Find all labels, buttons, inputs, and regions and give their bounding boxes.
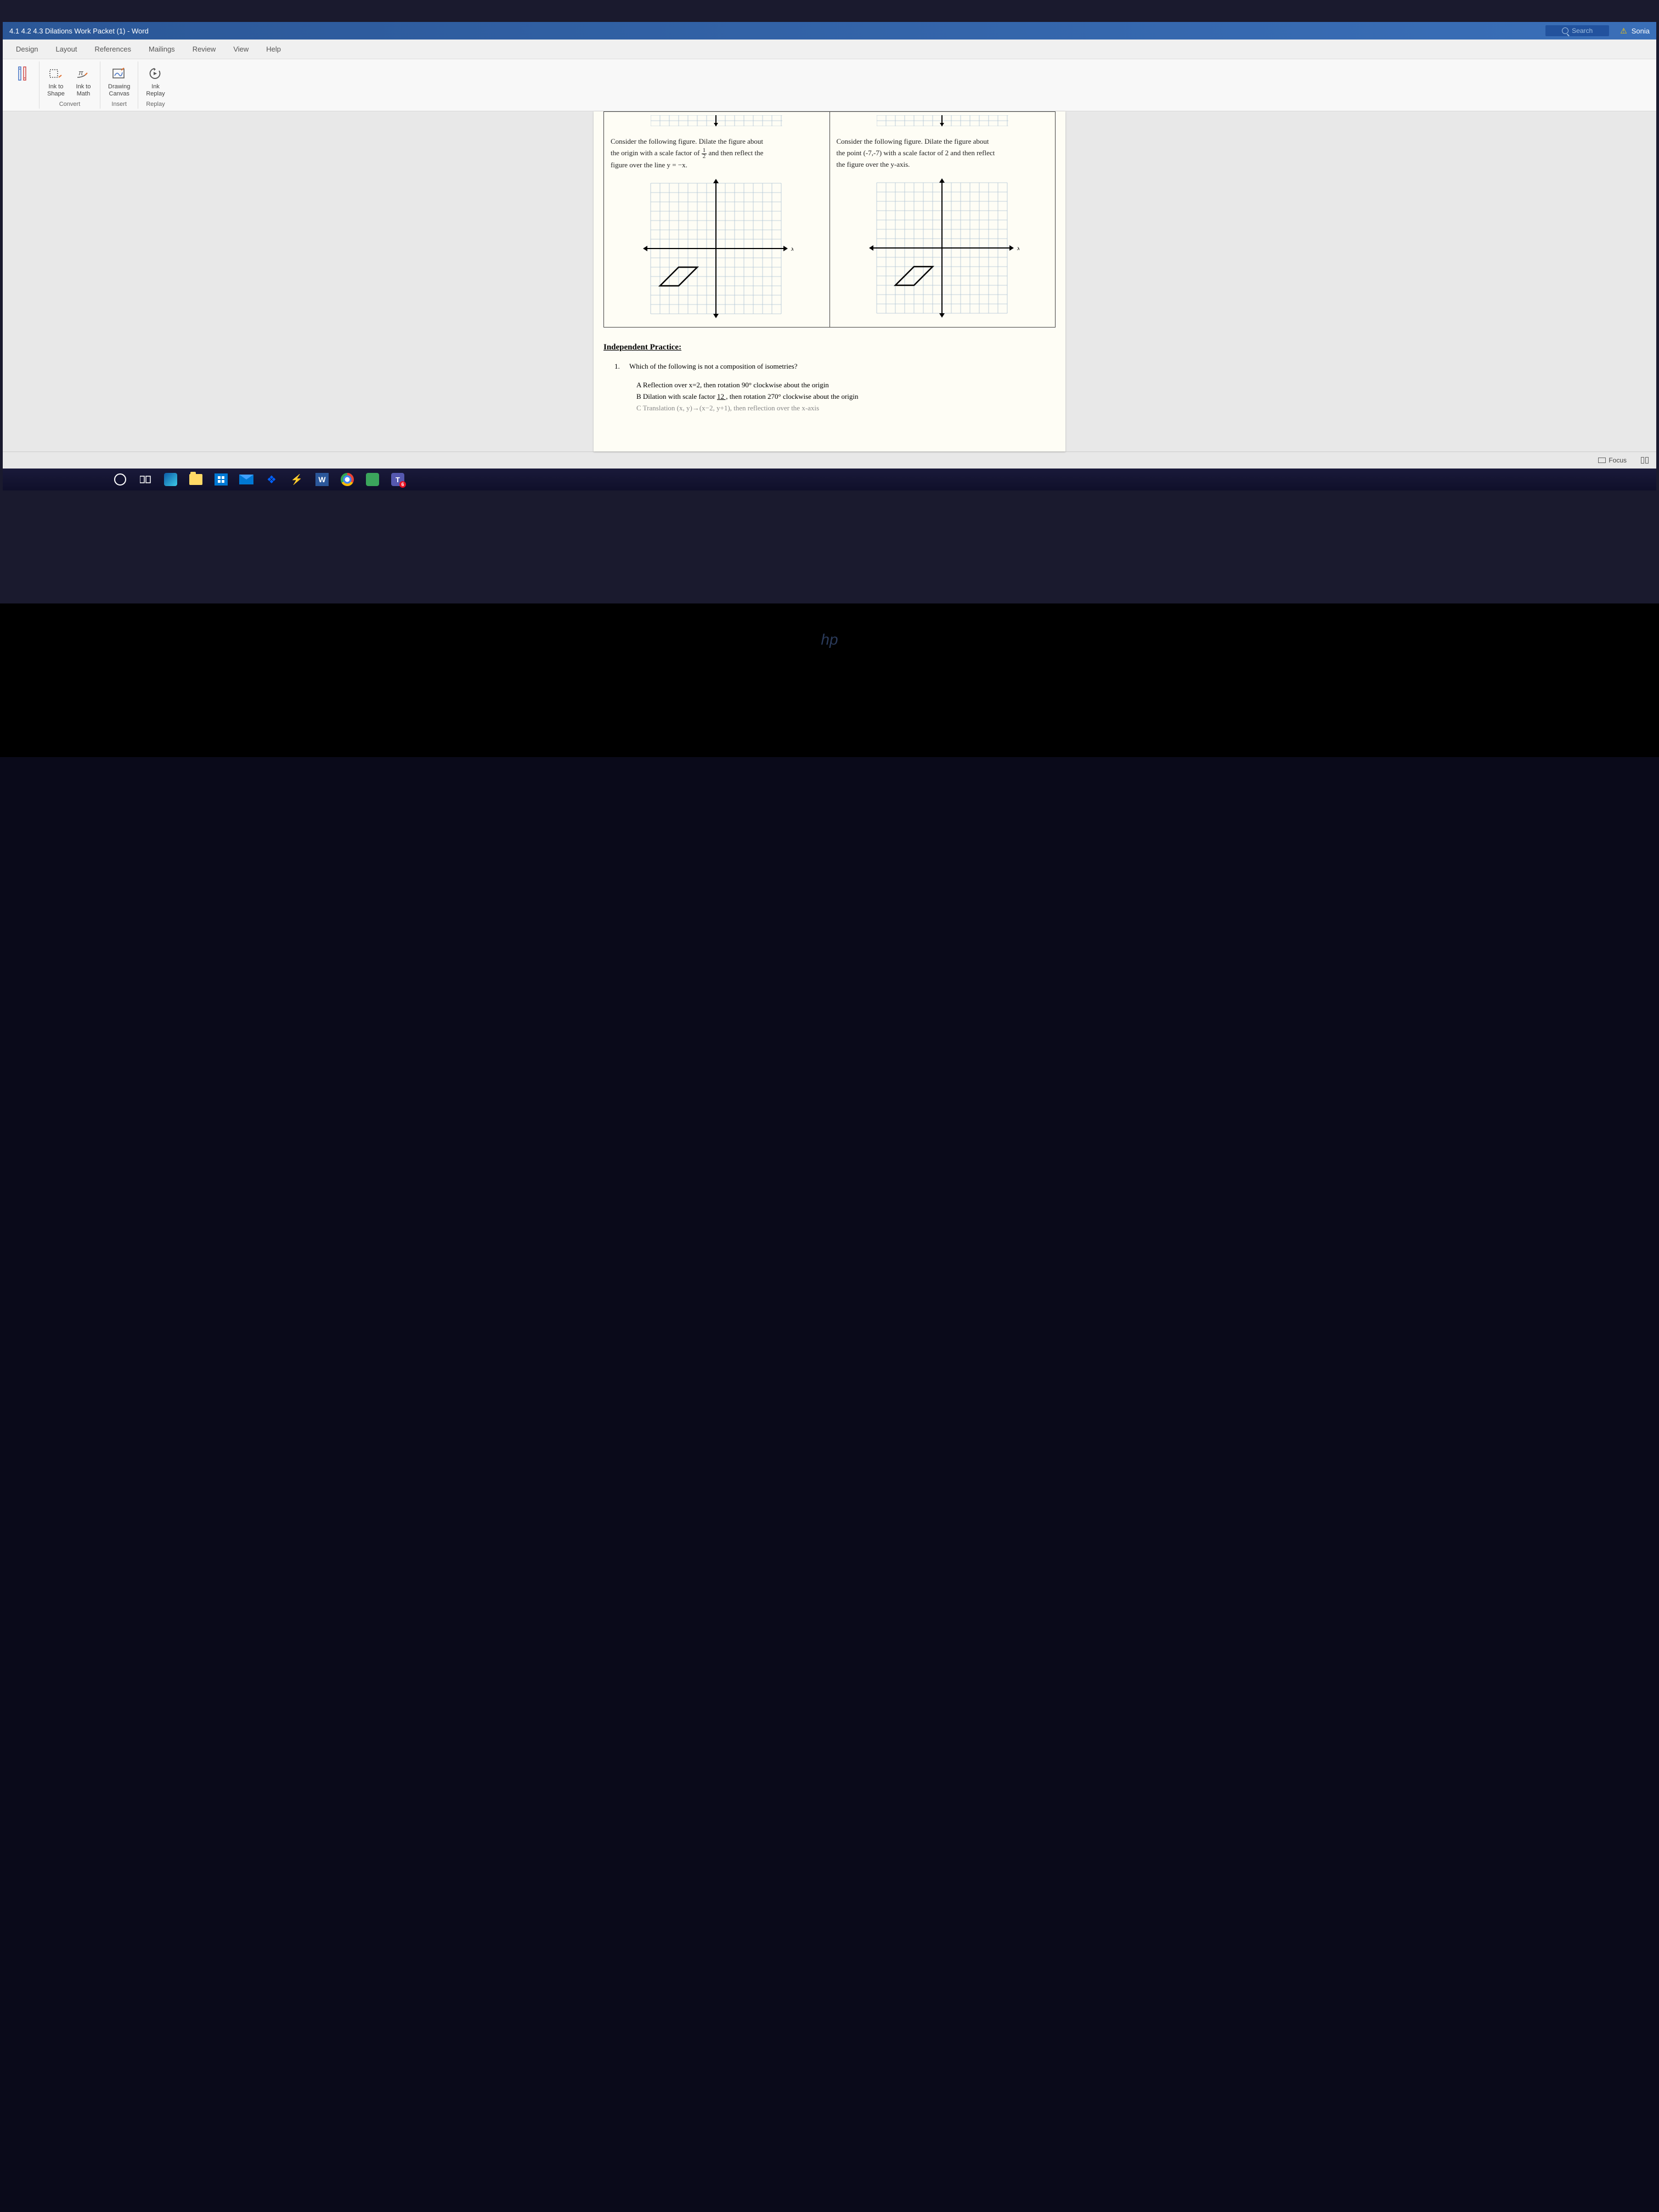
ink-to-math-icon: π (75, 65, 92, 82)
answer-c: C Translation (x, y)→(x−2, y+1), then re… (636, 403, 1056, 414)
ruler-icon (14, 65, 31, 82)
view-icon[interactable] (1641, 455, 1649, 465)
file-explorer-icon[interactable] (188, 472, 204, 487)
tab-mailings[interactable]: Mailings (140, 40, 184, 59)
word-icon[interactable]: W (314, 472, 330, 487)
hp-logo: hp (821, 631, 838, 648)
problem-left-line1: Consider the following figure. Dilate th… (611, 137, 763, 145)
teams-badge: 6 (399, 481, 406, 488)
laptop-bezel: hp (0, 603, 1659, 757)
ribbon: Ink to Shape π Ink to Math Convert (3, 59, 1656, 111)
group-insert-label: Insert (106, 101, 132, 108)
grid-right: x (866, 177, 1019, 320)
q1-text: Which of the following is not a composit… (629, 362, 798, 370)
answer-a: A Reflection over x=2, then rotation 90°… (636, 380, 1056, 391)
ink-to-shape-icon (47, 65, 65, 82)
taskbar: ❖ ⚡ W T6 (3, 469, 1656, 490)
practice-heading: Independent Practice: (603, 343, 1056, 352)
microsoft-store-icon[interactable] (213, 472, 229, 487)
search-icon (1562, 27, 1568, 34)
answer-b: B Dilation with scale factor 12 , then r… (636, 391, 1056, 403)
ink-to-shape-button[interactable]: Ink to Shape (45, 64, 67, 99)
search-placeholder: Search (1572, 27, 1593, 35)
problem-left-line3: figure over the line y = −x. (611, 161, 687, 169)
independent-practice: Independent Practice: 1. Which of the fo… (603, 343, 1056, 414)
tab-design[interactable]: Design (7, 40, 47, 59)
ribbon-group-insert: Drawing Canvas Insert (100, 61, 138, 109)
ink-to-math-button[interactable]: π Ink to Math (72, 64, 94, 99)
tab-help[interactable]: Help (257, 40, 290, 59)
problem-left-line2-before: the origin with a scale factor of (611, 149, 702, 157)
ink-replay-label: Ink Replay (146, 83, 165, 98)
focus-icon (1598, 458, 1606, 463)
edge-icon[interactable] (163, 472, 178, 487)
cortana-icon[interactable] (112, 472, 128, 487)
drawing-canvas-icon (110, 65, 128, 82)
ribbon-group-ruler (6, 61, 40, 109)
warning-icon[interactable]: ⚠ (1620, 26, 1627, 36)
document-page: Consider the following figure. Dilate th… (594, 111, 1065, 452)
document-area[interactable]: Consider the following figure. Dilate th… (3, 111, 1656, 452)
tab-references[interactable]: References (86, 40, 140, 59)
dropbox-icon[interactable]: ❖ (264, 472, 279, 487)
q1-number: 1. (614, 362, 628, 371)
problem-left-line2-after: and then reflect the (707, 149, 763, 157)
fraction: 12 (702, 148, 707, 160)
grid-strip-left (651, 115, 782, 126)
task-view-icon[interactable] (138, 472, 153, 487)
problem-right-line1: Consider the following figure. Dilate th… (837, 137, 989, 145)
svg-text:x: x (1017, 244, 1019, 252)
title-bar: 4.1 4.2 4.3 Dilations Work Packet (1) - … (3, 22, 1656, 40)
svg-text:x: x (791, 245, 793, 252)
bolt-icon[interactable]: ⚡ (289, 472, 304, 487)
focus-label: Focus (1609, 456, 1627, 464)
drawing-canvas-label: Drawing Canvas (108, 83, 130, 98)
teams-icon[interactable]: T6 (390, 472, 405, 487)
drawing-canvas-button[interactable]: Drawing Canvas (106, 64, 132, 99)
ink-to-shape-label: Ink to Shape (47, 83, 65, 98)
ribbon-tabs: Design Layout References Mailings Review… (3, 40, 1656, 59)
tab-layout[interactable]: Layout (47, 40, 86, 59)
ink-replay-icon (146, 65, 164, 82)
document-title: 4.1 4.2 4.3 Dilations Work Packet (1) - … (9, 27, 1545, 35)
tab-review[interactable]: Review (184, 40, 225, 59)
problem-right-cell: Consider the following figure. Dilate th… (830, 129, 1056, 328)
search-box[interactable]: Search (1545, 25, 1609, 36)
focus-button[interactable]: Focus (1595, 455, 1630, 465)
browser-icon[interactable] (340, 472, 355, 487)
user-name[interactable]: Sonia (1632, 27, 1650, 35)
problem-left-cell: Consider the following figure. Dilate th… (603, 129, 830, 328)
ribbon-group-replay: Ink Replay Replay (138, 61, 172, 109)
ribbon-group-convert: Ink to Shape π Ink to Math Convert (40, 61, 100, 109)
problem-right-line2: the point (-7,-7) with a scale factor of… (837, 149, 995, 157)
svg-text:π: π (78, 69, 83, 77)
ink-replay-button[interactable]: Ink Replay (144, 64, 167, 99)
ink-to-math-label: Ink to Math (76, 83, 91, 98)
mail-icon[interactable] (239, 472, 254, 487)
problem-right-line3: the figure over the y-axis. (837, 160, 910, 168)
tab-view[interactable]: View (224, 40, 257, 59)
grid-strip-right (877, 115, 1008, 126)
status-bar: Focus (3, 452, 1656, 469)
ruler-button[interactable] (12, 64, 33, 84)
group-replay-label: Replay (144, 101, 167, 108)
grid-left: x (640, 178, 793, 320)
app-icon[interactable] (365, 472, 380, 487)
group-convert-label: Convert (45, 101, 94, 108)
